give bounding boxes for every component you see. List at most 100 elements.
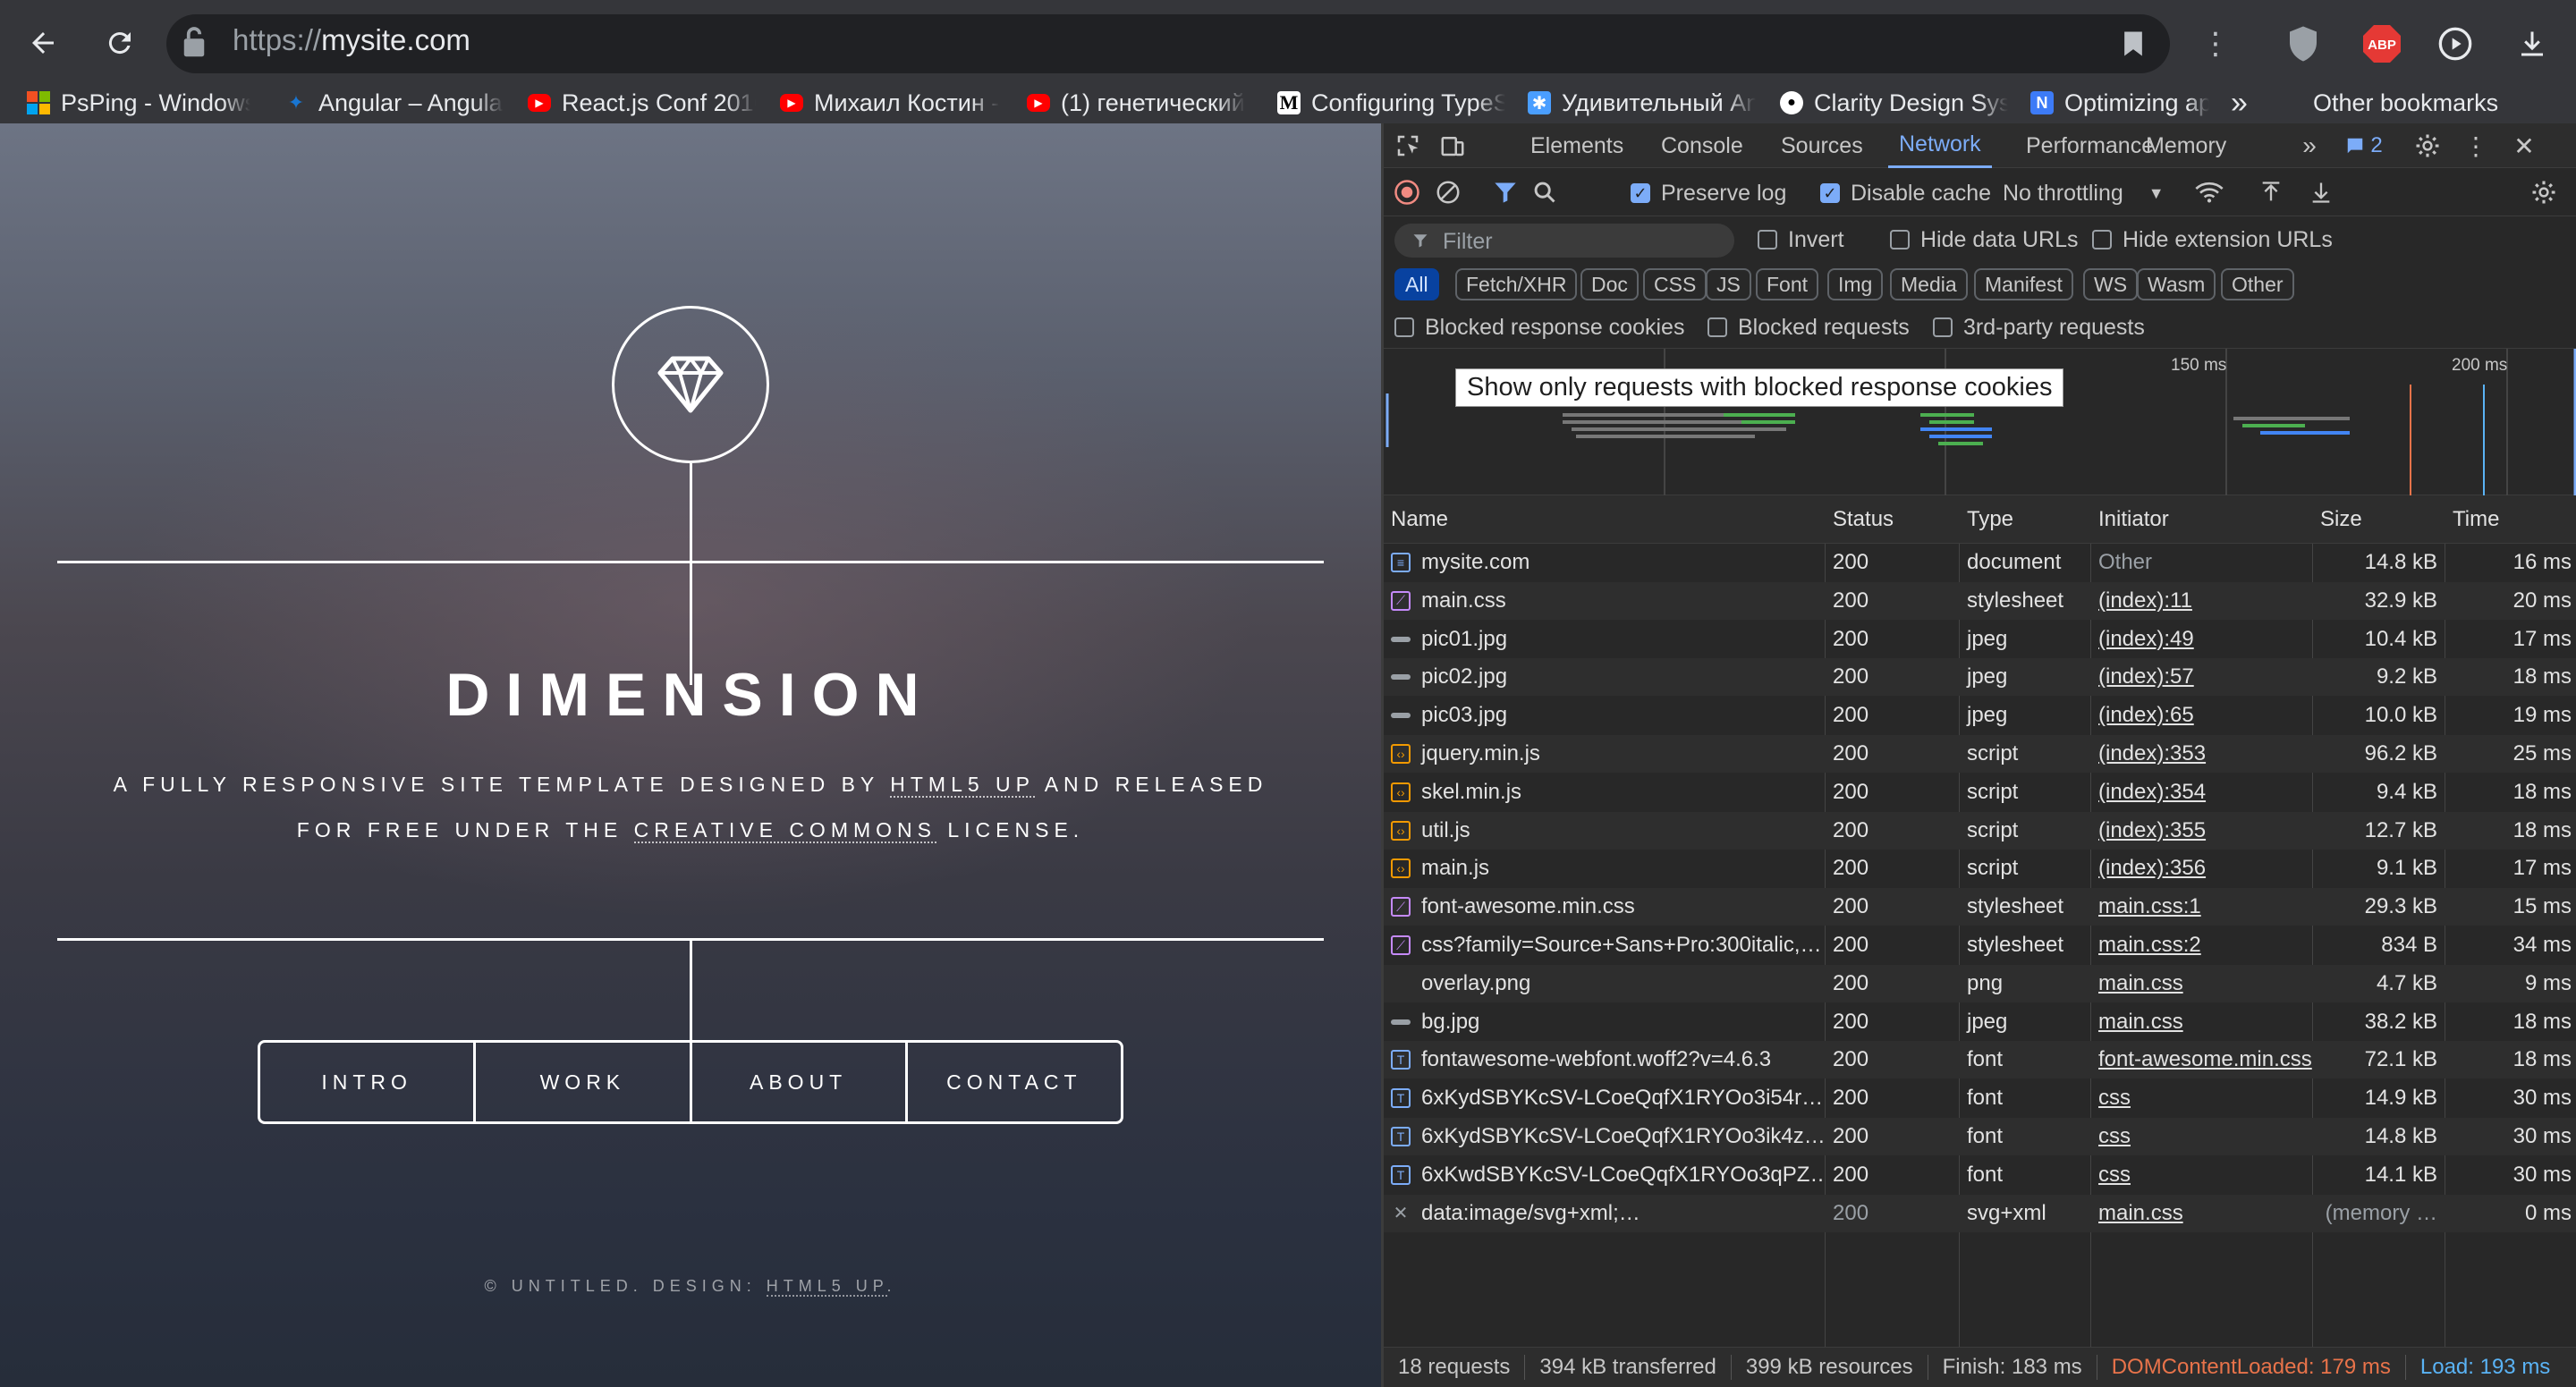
table-row[interactable]: ✕ data:image/svg+xml;… 200 svg+xml main.css (… [1384,1194,2576,1232]
type-wasm[interactable]: Wasm [2137,268,2216,300]
tab-sources[interactable]: Sources [1781,123,1863,168]
nav-about[interactable]: ABOUT [692,1043,908,1121]
search-icon[interactable] [1530,178,1559,207]
cell-initiator[interactable]: (index):57 [2091,658,2312,696]
issues-badge[interactable]: 2 [2339,131,2389,161]
tab-performance[interactable]: Performance [2026,123,2154,168]
bookmark-star-icon[interactable] [2111,21,2156,66]
table-row[interactable]: pic03.jpg 200 jpeg (index):65 10.0 kB 19 ms [1384,697,2576,734]
type-all[interactable]: All [1394,268,1439,300]
table-row[interactable]: ‹› util.js 200 script (index):355 12.7 kB 18 m… [1384,811,2576,850]
tab-memory[interactable]: Memory [2146,123,2226,168]
cell-initiator[interactable]: main.css [2091,965,2312,1002]
blocked-response-cookies-checkbox[interactable]: Blocked response cookies [1394,313,1684,342]
download-har-icon[interactable] [2307,178,2335,207]
bookmark-item[interactable]: ● Clarity Design Sys [1780,86,2008,120]
site-info-icon[interactable] [181,25,211,61]
bookmark-item[interactable]: ✦ Angular – Angular [284,86,504,120]
bookmark-item[interactable]: N Optimizing ap [2030,86,2209,120]
table-row[interactable]: bg.jpg 200 jpeg main.css 38.2 kB 18 ms [1384,1003,2576,1041]
network-settings-gear-icon[interactable] [2529,178,2559,207]
table-row[interactable]: T 6xKydSBYKcSV-LCoeQqfX1RYOo3i54r… 200 font… [1384,1079,2576,1117]
cell-initiator[interactable]: (index):65 [2091,697,2312,734]
cell-initiator[interactable]: (index):356 [2091,850,2312,887]
table-row[interactable]: ‹› skel.min.js 200 script (index):354 9.4 kB 1… [1384,774,2576,811]
nav-work[interactable]: WORK [476,1043,692,1121]
table-row[interactable]: ⟋ font-awesome.min.css 200 stylesheet main.c… [1384,888,2576,926]
table-row[interactable]: ≡ mysite.com 200 document Other 14.8 kB 16 ms [1384,544,2576,581]
other-bookmarks[interactable]: Other bookmarks [2313,86,2546,120]
bookmark-item[interactable]: ▶ (1) генетический [1027,86,1250,120]
tab-elements[interactable]: Elements [1530,123,1623,168]
bookmark-item[interactable]: PsPing - Windows [27,86,250,120]
network-conditions-wifi-icon[interactable] [2194,178,2224,207]
col-time[interactable]: Time [2445,495,2576,544]
table-row[interactable]: T 6xKwdSBYKcSV-LCoeQqfX1RYOo3qPZ… 200 font c… [1384,1156,2576,1194]
disable-cache-checkbox[interactable]: ✓ Disable cache [1820,179,1991,207]
url-text[interactable]: https://mysite.com [233,23,470,57]
download-icon[interactable] [2508,20,2556,68]
invert-checkbox[interactable]: Invert [1758,225,1844,254]
cell-initiator[interactable]: font-awesome.min.css [2091,1041,2312,1078]
type-manifest[interactable]: Manifest [1974,268,2073,300]
type-doc[interactable]: Doc [1580,268,1639,300]
cell-initiator[interactable]: (index):355 [2091,812,2312,850]
cell-initiator[interactable]: css [2091,1118,2312,1155]
media-play-icon[interactable] [2431,20,2479,68]
col-type[interactable]: Type [1960,495,2090,544]
preserve-log-checkbox[interactable]: ✓ Preserve log [1631,179,1786,207]
adblock-plus-icon[interactable]: ABP [2358,20,2406,68]
more-bookmarks-chevron-icon[interactable]: » [2231,86,2258,120]
bookmark-item[interactable]: M Configuring TypeS [1277,86,1505,120]
col-size[interactable]: Size [2313,495,2445,544]
cell-initiator[interactable]: (index):11 [2091,582,2312,620]
cell-initiator[interactable]: main.css [2091,1003,2312,1041]
cell-initiator[interactable]: main.css [2091,1195,2312,1232]
type-img[interactable]: Img [1827,268,1884,300]
table-row[interactable]: overlay.png 200 png main.css 4.7 kB 9 ms [1384,964,2576,1002]
more-tabs-chevron-icon[interactable]: » [2296,131,2323,161]
filter-input[interactable]: Filter [1394,224,1734,258]
cell-initiator[interactable]: main.css:1 [2091,888,2312,926]
tab-console[interactable]: Console [1661,123,1743,168]
cell-initiator[interactable]: (index):353 [2091,735,2312,773]
table-row[interactable]: pic02.jpg 200 jpeg (index):57 9.2 kB 18 ms [1384,658,2576,697]
bookmark-item[interactable]: ✱ Удивительный An [1528,86,1756,120]
cell-initiator[interactable]: Other [2091,544,2312,581]
blocked-requests-checkbox[interactable]: Blocked requests [1707,313,1910,342]
table-row[interactable]: pic01.jpg 200 jpeg (index):49 10.4 kB 17 ms [1384,621,2576,658]
creative-commons-link[interactable]: CREATIVE COMMONS [633,818,936,843]
shield-extension-icon[interactable] [2279,20,2327,68]
kebab-menu-icon[interactable]: ⋮ [2193,21,2238,66]
type-css[interactable]: CSS [1643,268,1707,300]
bookmark-item[interactable]: ▶ React.js Conf 2016 [528,86,756,120]
type-ws[interactable]: WS [2083,268,2139,300]
col-initiator[interactable]: Initiator [2091,495,2312,544]
device-toolbar-icon[interactable] [1437,131,1468,161]
filter-funnel-icon[interactable] [1491,178,1520,207]
type-fetch-xhr[interactable]: Fetch/XHR [1455,268,1578,300]
hide-extension-urls-checkbox[interactable]: Hide extension URLs [2092,225,2333,254]
kebab-menu-icon[interactable]: ⋮ [2462,131,2489,161]
table-row[interactable]: ⟋ main.css 200 stylesheet (index):11 32.9 kB 2… [1384,581,2576,620]
table-row[interactable]: ⟋ css?family=Source+Sans+Pro:300italic,… 2… [1384,926,2576,964]
clear-icon[interactable] [1434,178,1462,207]
inspect-element-icon[interactable] [1393,131,1423,161]
table-row[interactable]: ‹› main.js 200 script (index):356 9.1 kB 17 ms [1384,850,2576,887]
record-stop-icon[interactable] [1393,178,1421,207]
third-party-requests-checkbox[interactable]: 3rd-party requests [1933,313,2145,342]
close-icon[interactable]: ✕ [2509,131,2539,161]
table-row[interactable]: T 6xKydSBYKcSV-LCoeQqfX1RYOo3ik4z… 200 font… [1384,1118,2576,1155]
cell-initiator[interactable]: css [2091,1079,2312,1117]
cell-initiator[interactable]: (index):354 [2091,774,2312,811]
type-js[interactable]: JS [1706,268,1751,300]
nav-contact[interactable]: CONTACT [908,1043,1121,1121]
nav-intro[interactable]: INTRO [260,1043,477,1121]
cell-initiator[interactable]: main.css:2 [2091,926,2312,964]
table-row[interactable]: ‹› jquery.min.js 200 script (index):353 96.2 … [1384,735,2576,773]
upload-har-icon[interactable] [2257,178,2285,207]
throttling-select[interactable]: No throttling ▼ [2003,179,2165,207]
cell-initiator[interactable]: css [2091,1156,2312,1194]
type-font[interactable]: Font [1756,268,1819,300]
type-other[interactable]: Other [2221,268,2294,300]
